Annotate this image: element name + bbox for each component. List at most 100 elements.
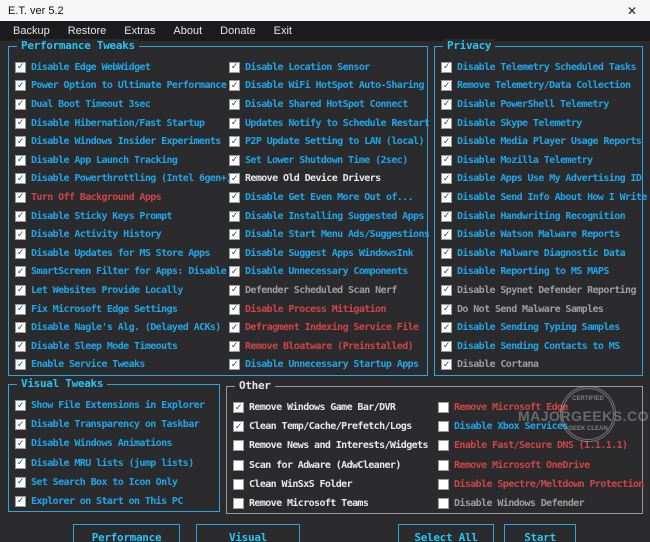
checkbox-item-disable-sticky-keys-prompt[interactable]: ✓Disable Sticky Keys Prompt <box>15 207 229 226</box>
checkbox-item-disable-powershell-telemetry[interactable]: ✓Disable PowerShell Telemetry <box>441 95 639 114</box>
checkbox-item-disable-malware-diagnostic-data[interactable]: ✓Disable Malware Diagnostic Data <box>441 244 639 263</box>
checkbox-item-disable-get-even-more-out-of[interactable]: ✓Disable Get Even More Out of... <box>229 188 427 207</box>
close-icon[interactable]: ✕ <box>614 0 650 21</box>
checkbox-item-clean-winsxs-folder[interactable]: Clean WinSxS Folder <box>233 475 438 494</box>
checkbox-item-remove-news-and-interests-widgets[interactable]: Remove News and Interests/Widgets <box>233 436 438 455</box>
checkbox-checked-icon[interactable]: ✓ <box>15 285 26 296</box>
checkbox-checked-icon[interactable]: ✓ <box>229 173 240 184</box>
checkbox-item-disable-wifi-hotspot-auto-sharing[interactable]: ✓Disable WiFi HotSpot Auto-Sharing <box>229 77 427 96</box>
checkbox-checked-icon[interactable]: ✓ <box>229 248 240 259</box>
checkbox-item-power-option-to-ultimate-performance[interactable]: ✓Power Option to Ultimate Performance <box>15 77 229 96</box>
checkbox-unchecked-icon[interactable] <box>233 440 244 451</box>
checkbox-item-smartscreen-filter-for-apps-disable[interactable]: ✓SmartScreen Filter for Apps: Disable <box>15 263 229 282</box>
checkbox-checked-icon[interactable]: ✓ <box>441 285 452 296</box>
checkbox-item-updates-notify-to-schedule-restart[interactable]: ✓Updates Notify to Schedule Restart <box>229 114 427 133</box>
checkbox-item-remove-bloatware-preinstalled[interactable]: ✓Remove Bloatware (Preinstalled) <box>229 337 427 356</box>
checkbox-item-disable-transparency-on-taskbar[interactable]: ✓Disable Transparency on Taskbar <box>15 415 215 434</box>
checkbox-item-disable-sending-typing-samples[interactable]: ✓Disable Sending Typing Samples <box>441 318 639 337</box>
checkbox-item-remove-telemetry-data-collection[interactable]: ✓Remove Telemetry/Data Collection <box>441 77 639 96</box>
button-start[interactable]: Start <box>504 524 576 542</box>
checkbox-unchecked-icon[interactable] <box>438 421 449 432</box>
checkbox-checked-icon[interactable]: ✓ <box>229 136 240 147</box>
checkbox-checked-icon[interactable]: ✓ <box>441 266 452 277</box>
checkbox-unchecked-icon[interactable] <box>438 479 449 490</box>
checkbox-checked-icon[interactable]: ✓ <box>441 118 452 129</box>
checkbox-checked-icon[interactable]: ✓ <box>233 421 244 432</box>
checkbox-item-disable-powerthrottling-intel-6gen[interactable]: ✓Disable Powerthrottling (Intel 6gen+) <box>15 170 229 189</box>
checkbox-item-disable-suggest-apps-windowsink[interactable]: ✓Disable Suggest Apps WindowsInk <box>229 244 427 263</box>
checkbox-item-disable-windows-insider-experiments[interactable]: ✓Disable Windows Insider Experiments <box>15 132 229 151</box>
checkbox-checked-icon[interactable]: ✓ <box>441 304 452 315</box>
checkbox-item-defender-scheduled-scan-nerf[interactable]: ✓Defender Scheduled Scan Nerf <box>229 281 427 300</box>
checkbox-checked-icon[interactable]: ✓ <box>15 192 26 203</box>
checkbox-item-defragment-indexing-service-file[interactable]: ✓Defragment Indexing Service File <box>229 318 427 337</box>
checkbox-item-disable-activity-history[interactable]: ✓Disable Activity History <box>15 225 229 244</box>
checkbox-checked-icon[interactable]: ✓ <box>229 341 240 352</box>
checkbox-checked-icon[interactable]: ✓ <box>229 118 240 129</box>
checkbox-checked-icon[interactable]: ✓ <box>441 359 452 370</box>
checkbox-item-scan-for-adware-adwcleaner[interactable]: Scan for Adware (AdwCleaner) <box>233 456 438 475</box>
checkbox-checked-icon[interactable]: ✓ <box>229 62 240 73</box>
checkbox-item-remove-microsoft-edge[interactable]: Remove Microsoft Edge <box>438 398 642 417</box>
menu-item-exit[interactable]: Exit <box>265 21 301 41</box>
checkbox-checked-icon[interactable]: ✓ <box>441 173 452 184</box>
checkbox-item-set-lower-shutdown-time-2sec[interactable]: ✓Set Lower Shutdown Time (2sec) <box>229 151 427 170</box>
checkbox-item-disable-cortana[interactable]: ✓Disable Cortana <box>441 356 639 375</box>
checkbox-item-disable-spectre-meltdown-protection[interactable]: Disable Spectre/Meltdown Protection <box>438 475 642 494</box>
checkbox-checked-icon[interactable]: ✓ <box>441 136 452 147</box>
checkbox-item-disable-sleep-mode-timeouts[interactable]: ✓Disable Sleep Mode Timeouts <box>15 337 229 356</box>
checkbox-item-remove-microsoft-onedrive[interactable]: Remove Microsoft OneDrive <box>438 456 642 475</box>
checkbox-item-disable-updates-for-ms-store-apps[interactable]: ✓Disable Updates for MS Store Apps <box>15 244 229 263</box>
checkbox-checked-icon[interactable]: ✓ <box>15 438 26 449</box>
checkbox-item-disable-edge-webwidget[interactable]: ✓Disable Edge WebWidget <box>15 58 229 77</box>
checkbox-checked-icon[interactable]: ✓ <box>229 304 240 315</box>
checkbox-item-disable-spynet-defender-reporting[interactable]: ✓Disable Spynet Defender Reporting <box>441 281 639 300</box>
checkbox-item-disable-start-menu-ads-suggestions[interactable]: ✓Disable Start Menu Ads/Suggestions <box>229 225 427 244</box>
checkbox-checked-icon[interactable]: ✓ <box>441 322 452 333</box>
checkbox-checked-icon[interactable]: ✓ <box>15 62 26 73</box>
checkbox-unchecked-icon[interactable] <box>233 479 244 490</box>
checkbox-checked-icon[interactable]: ✓ <box>15 136 26 147</box>
checkbox-item-let-websites-provide-locally[interactable]: ✓Let Websites Provide Locally <box>15 281 229 300</box>
checkbox-item-disable-telemetry-scheduled-tasks[interactable]: ✓Disable Telemetry Scheduled Tasks <box>441 58 639 77</box>
checkbox-item-disable-location-sensor[interactable]: ✓Disable Location Sensor <box>229 58 427 77</box>
checkbox-checked-icon[interactable]: ✓ <box>233 402 244 413</box>
checkbox-checked-icon[interactable]: ✓ <box>229 99 240 110</box>
checkbox-checked-icon[interactable]: ✓ <box>15 248 26 259</box>
checkbox-item-disable-mozilla-telemetry[interactable]: ✓Disable Mozilla Telemetry <box>441 151 639 170</box>
checkbox-item-do-not-send-malware-samples[interactable]: ✓Do Not Send Malware Samples <box>441 300 639 319</box>
checkbox-item-disable-send-info-about-how-i-write[interactable]: ✓Disable Send Info About How I Write <box>441 188 639 207</box>
checkbox-item-enable-service-tweaks[interactable]: ✓Enable Service Tweaks <box>15 356 229 375</box>
checkbox-item-disable-media-player-usage-reports[interactable]: ✓Disable Media Player Usage Reports <box>441 132 639 151</box>
checkbox-item-remove-old-device-drivers[interactable]: ✓Remove Old Device Drivers <box>229 170 427 189</box>
button-select-all[interactable]: Select All <box>398 524 494 542</box>
checkbox-item-disable-nagle-s-alg-delayed-acks[interactable]: ✓Disable Nagle's Alg. (Delayed ACKs) <box>15 318 229 337</box>
checkbox-checked-icon[interactable]: ✓ <box>441 62 452 73</box>
checkbox-checked-icon[interactable]: ✓ <box>15 211 26 222</box>
checkbox-item-disable-windows-animations[interactable]: ✓Disable Windows Animations <box>15 434 215 453</box>
menu-item-backup[interactable]: Backup <box>4 21 59 41</box>
checkbox-item-disable-xbox-services[interactable]: Disable Xbox Services <box>438 417 642 436</box>
checkbox-item-disable-mru-lists-jump-lists[interactable]: ✓Disable MRU lists (jump lists) <box>15 454 215 473</box>
checkbox-unchecked-icon[interactable] <box>438 460 449 471</box>
checkbox-item-disable-unnecessary-components[interactable]: ✓Disable Unnecessary Components <box>229 263 427 282</box>
checkbox-item-enable-fast-secure-dns-1-1-1-1[interactable]: Enable Fast/Secure DNS (1.1.1.1) <box>438 436 642 455</box>
checkbox-item-disable-installing-suggested-apps[interactable]: ✓Disable Installing Suggested Apps <box>229 207 427 226</box>
checkbox-checked-icon[interactable]: ✓ <box>229 80 240 91</box>
checkbox-checked-icon[interactable]: ✓ <box>15 400 26 411</box>
checkbox-checked-icon[interactable]: ✓ <box>441 155 452 166</box>
checkbox-checked-icon[interactable]: ✓ <box>15 155 26 166</box>
checkbox-item-disable-watson-malware-reports[interactable]: ✓Disable Watson Malware Reports <box>441 225 639 244</box>
checkbox-checked-icon[interactable]: ✓ <box>15 477 26 488</box>
checkbox-item-disable-shared-hotspot-connect[interactable]: ✓Disable Shared HotSpot Connect <box>229 95 427 114</box>
checkbox-item-disable-skype-telemetry[interactable]: ✓Disable Skype Telemetry <box>441 114 639 133</box>
checkbox-checked-icon[interactable]: ✓ <box>229 229 240 240</box>
checkbox-item-turn-off-background-apps[interactable]: ✓Turn Off Background Apps <box>15 188 229 207</box>
checkbox-item-disable-process-mitigation[interactable]: ✓Disable Process Mitigation <box>229 300 427 319</box>
checkbox-checked-icon[interactable]: ✓ <box>15 304 26 315</box>
checkbox-item-explorer-on-start-on-this-pc[interactable]: ✓Explorer on Start on This PC <box>15 492 215 511</box>
checkbox-checked-icon[interactable]: ✓ <box>15 80 26 91</box>
checkbox-checked-icon[interactable]: ✓ <box>229 266 240 277</box>
checkbox-item-remove-windows-game-bar-dvr[interactable]: ✓Remove Windows Game Bar/DVR <box>233 398 438 417</box>
checkbox-unchecked-icon[interactable] <box>438 402 449 413</box>
